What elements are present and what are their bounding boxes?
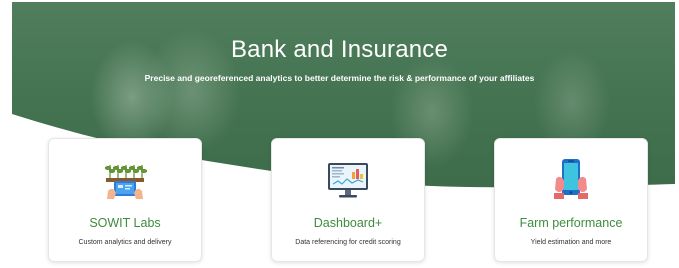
lab-plants-icon: [104, 165, 148, 199]
card-sowit-labs[interactable]: SOWIT Labs Custom analytics and delivery: [48, 138, 202, 262]
card-description: Data referencing for credit scoring: [295, 239, 401, 246]
card-description: Custom analytics and delivery: [78, 239, 172, 246]
smartphone-hand-icon: [554, 159, 588, 199]
page-subtitle: Precise and georeferenced analytics to b…: [144, 73, 535, 83]
card-title: Dashboard+: [313, 216, 383, 230]
card-description: Yield estimation and more: [530, 239, 612, 246]
card-title: Farm performance: [519, 216, 623, 230]
card-farm-performance[interactable]: Farm performance Yield estimation and mo…: [494, 138, 648, 262]
card-title: SOWIT Labs: [89, 216, 161, 230]
card-dashboard-plus[interactable]: Dashboard+ Data referencing for credit s…: [271, 138, 425, 262]
page-title: Bank and Insurance: [230, 36, 449, 63]
dashboard-monitor-icon: [328, 163, 368, 198]
